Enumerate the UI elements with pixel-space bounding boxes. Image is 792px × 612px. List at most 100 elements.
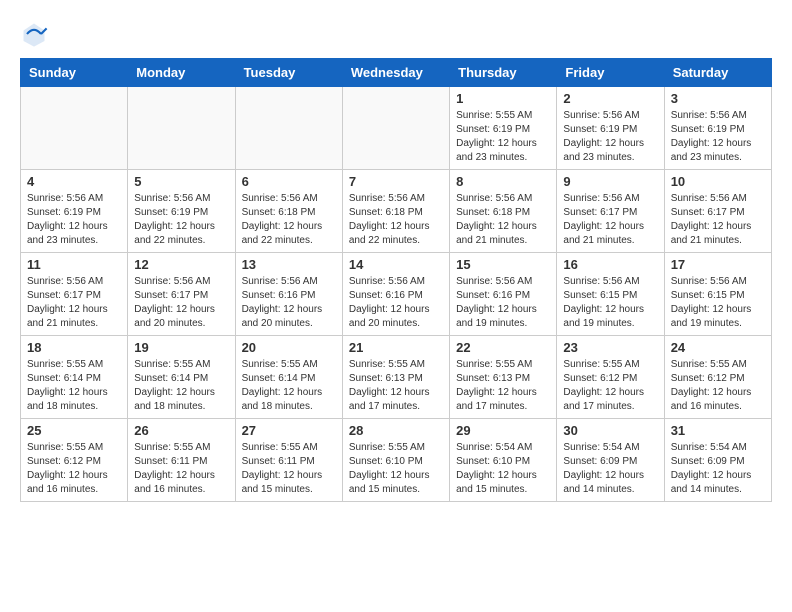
calendar-week-row: 4 Sunrise: 5:56 AM Sunset: 6:19 PM Daylig… [21, 170, 772, 253]
day-number: 8 [456, 174, 550, 189]
calendar-cell: 13 Sunrise: 5:56 AM Sunset: 6:16 PM Dayli… [235, 253, 342, 336]
logo [20, 20, 52, 48]
calendar-week-row: 25 Sunrise: 5:55 AM Sunset: 6:12 PM Dayli… [21, 419, 772, 502]
calendar-cell: 19 Sunrise: 5:55 AM Sunset: 6:14 PM Dayli… [128, 336, 235, 419]
calendar-cell: 5 Sunrise: 5:56 AM Sunset: 6:19 PM Daylig… [128, 170, 235, 253]
day-info: Sunrise: 5:55 AM Sunset: 6:12 PM Dayligh… [671, 358, 765, 414]
day-info: Sunrise: 5:56 AM Sunset: 6:15 PM Dayligh… [671, 275, 765, 331]
calendar-cell: 18Sunrise: 5:55 AM Sunset: 6:14 PM Dayli… [21, 336, 128, 419]
calendar-cell: 7Sunrise: 5:56 AM Sunset: 6:18 PM Daylig… [342, 170, 449, 253]
day-number: 15 [456, 257, 550, 272]
page-header [20, 20, 772, 48]
day-info: Sunrise: 5:55 AM Sunset: 6:12 PM Dayligh… [27, 441, 121, 497]
calendar-cell [342, 87, 449, 170]
day-info: Sunrise: 5:54 AM Sunset: 6:09 PM Dayligh… [563, 441, 657, 497]
calendar-cell: 21 Sunrise: 5:55 AM Sunset: 6:13 PM Dayli… [342, 336, 449, 419]
day-info: Sunrise: 5:56 AM Sunset: 6:17 PM Dayligh… [563, 192, 657, 248]
day-number: 19 [134, 340, 228, 355]
day-number: 26 [134, 423, 228, 438]
calendar-cell [235, 87, 342, 170]
day-number: 4 [27, 174, 121, 189]
day-info: Sunrise: 5:56 AM Sunset: 6:17 PM Dayligh… [671, 192, 765, 248]
day-number: 13 [242, 257, 336, 272]
calendar-cell: 17 Sunrise: 5:56 AM Sunset: 6:15 PM Dayli… [664, 253, 771, 336]
day-header-monday: Monday [128, 59, 235, 87]
calendar-cell: 28 Sunrise: 5:55 AM Sunset: 6:10 PM Dayli… [342, 419, 449, 502]
day-number: 11 [27, 257, 121, 272]
calendar-cell: 31Sunrise: 5:54 AM Sunset: 6:09 PM Dayli… [664, 419, 771, 502]
day-number: 2 [563, 91, 657, 106]
day-info: Sunrise: 5:55 AM Sunset: 6:10 PM Dayligh… [349, 441, 443, 497]
day-info: Sunrise: 5:54 AM Sunset: 6:09 PM Dayligh… [671, 441, 765, 497]
day-info: Sunrise: 5:56 AM Sunset: 6:15 PM Dayligh… [563, 275, 657, 331]
day-info: Sunrise: 5:55 AM Sunset: 6:19 PM Dayligh… [456, 109, 550, 165]
day-info: Sunrise: 5:55 AM Sunset: 6:13 PM Dayligh… [349, 358, 443, 414]
day-number: 25 [27, 423, 121, 438]
day-info: Sunrise: 5:56 AM Sunset: 6:17 PM Dayligh… [27, 275, 121, 331]
day-info: Sunrise: 5:56 AM Sunset: 6:17 PM Dayligh… [134, 275, 228, 331]
day-number: 1 [456, 91, 550, 106]
day-number: 5 [134, 174, 228, 189]
calendar-cell: 11 Sunrise: 5:56 AM Sunset: 6:17 PM Dayli… [21, 253, 128, 336]
day-number: 22 [456, 340, 550, 355]
calendar-cell: 2 Sunrise: 5:56 AM Sunset: 6:19 PM Daylig… [557, 87, 664, 170]
calendar-cell: 24 Sunrise: 5:55 AM Sunset: 6:12 PM Dayli… [664, 336, 771, 419]
day-header-tuesday: Tuesday [235, 59, 342, 87]
day-info: Sunrise: 5:56 AM Sunset: 6:18 PM Dayligh… [242, 192, 336, 248]
day-number: 27 [242, 423, 336, 438]
calendar-cell: 10 Sunrise: 5:56 AM Sunset: 6:17 PM Dayli… [664, 170, 771, 253]
day-number: 9 [563, 174, 657, 189]
day-info: Sunrise: 5:55 AM Sunset: 6:13 PM Dayligh… [456, 358, 550, 414]
calendar-cell: 9 Sunrise: 5:56 AM Sunset: 6:17 PM Daylig… [557, 170, 664, 253]
day-number: 20 [242, 340, 336, 355]
calendar-cell: 6 Sunrise: 5:56 AM Sunset: 6:18 PM Daylig… [235, 170, 342, 253]
day-number: 14 [349, 257, 443, 272]
day-number: 6 [242, 174, 336, 189]
day-info: Sunrise: 5:56 AM Sunset: 6:16 PM Dayligh… [242, 275, 336, 331]
calendar-cell: 23Sunrise: 5:55 AM Sunset: 6:12 PM Dayli… [557, 336, 664, 419]
calendar-cell: 8 Sunrise: 5:56 AM Sunset: 6:18 PM Daylig… [450, 170, 557, 253]
day-number: 3 [671, 91, 765, 106]
calendar-table: SundayMondayTuesdayWednesdayThursdayFrid… [20, 58, 772, 502]
day-info: Sunrise: 5:56 AM Sunset: 6:19 PM Dayligh… [563, 109, 657, 165]
day-info: Sunrise: 5:55 AM Sunset: 6:14 PM Dayligh… [27, 358, 121, 414]
logo-icon [20, 20, 48, 48]
day-header-friday: Friday [557, 59, 664, 87]
day-info: Sunrise: 5:56 AM Sunset: 6:16 PM Dayligh… [456, 275, 550, 331]
calendar-cell: 15 Sunrise: 5:56 AM Sunset: 6:16 PM Dayli… [450, 253, 557, 336]
day-number: 28 [349, 423, 443, 438]
calendar-cell: 20 Sunrise: 5:55 AM Sunset: 6:14 PM Dayli… [235, 336, 342, 419]
day-info: Sunrise: 5:55 AM Sunset: 6:11 PM Dayligh… [242, 441, 336, 497]
day-number: 21 [349, 340, 443, 355]
day-number: 10 [671, 174, 765, 189]
day-number: 24 [671, 340, 765, 355]
calendar-cell: 3Sunrise: 5:56 AM Sunset: 6:19 PM Daylig… [664, 87, 771, 170]
day-number: 12 [134, 257, 228, 272]
calendar-week-row: 11 Sunrise: 5:56 AM Sunset: 6:17 PM Dayli… [21, 253, 772, 336]
day-info: Sunrise: 5:55 AM Sunset: 6:14 PM Dayligh… [242, 358, 336, 414]
day-info: Sunrise: 5:56 AM Sunset: 6:18 PM Dayligh… [456, 192, 550, 248]
calendar-cell: 16Sunrise: 5:56 AM Sunset: 6:15 PM Dayli… [557, 253, 664, 336]
calendar-cell: 4Sunrise: 5:56 AM Sunset: 6:19 PM Daylig… [21, 170, 128, 253]
day-header-saturday: Saturday [664, 59, 771, 87]
day-info: Sunrise: 5:56 AM Sunset: 6:19 PM Dayligh… [134, 192, 228, 248]
day-info: Sunrise: 5:54 AM Sunset: 6:10 PM Dayligh… [456, 441, 550, 497]
calendar-cell: 26Sunrise: 5:55 AM Sunset: 6:11 PM Dayli… [128, 419, 235, 502]
calendar-cell [128, 87, 235, 170]
calendar-cell: 27 Sunrise: 5:55 AM Sunset: 6:11 PM Dayli… [235, 419, 342, 502]
day-number: 17 [671, 257, 765, 272]
day-info: Sunrise: 5:55 AM Sunset: 6:12 PM Dayligh… [563, 358, 657, 414]
day-number: 7 [349, 174, 443, 189]
calendar-cell: 22 Sunrise: 5:55 AM Sunset: 6:13 PM Dayli… [450, 336, 557, 419]
day-info: Sunrise: 5:56 AM Sunset: 6:16 PM Dayligh… [349, 275, 443, 331]
calendar-cell: 30Sunrise: 5:54 AM Sunset: 6:09 PM Dayli… [557, 419, 664, 502]
calendar-cell: 12 Sunrise: 5:56 AM Sunset: 6:17 PM Dayli… [128, 253, 235, 336]
calendar-week-row: 1 Sunrise: 5:55 AM Sunset: 6:19 PM Daylig… [21, 87, 772, 170]
day-header-sunday: Sunday [21, 59, 128, 87]
day-info: Sunrise: 5:55 AM Sunset: 6:14 PM Dayligh… [134, 358, 228, 414]
day-header-thursday: Thursday [450, 59, 557, 87]
day-header-wednesday: Wednesday [342, 59, 449, 87]
day-number: 29 [456, 423, 550, 438]
calendar-cell: 25 Sunrise: 5:55 AM Sunset: 6:12 PM Dayli… [21, 419, 128, 502]
calendar-header-row: SundayMondayTuesdayWednesdayThursdayFrid… [21, 59, 772, 87]
